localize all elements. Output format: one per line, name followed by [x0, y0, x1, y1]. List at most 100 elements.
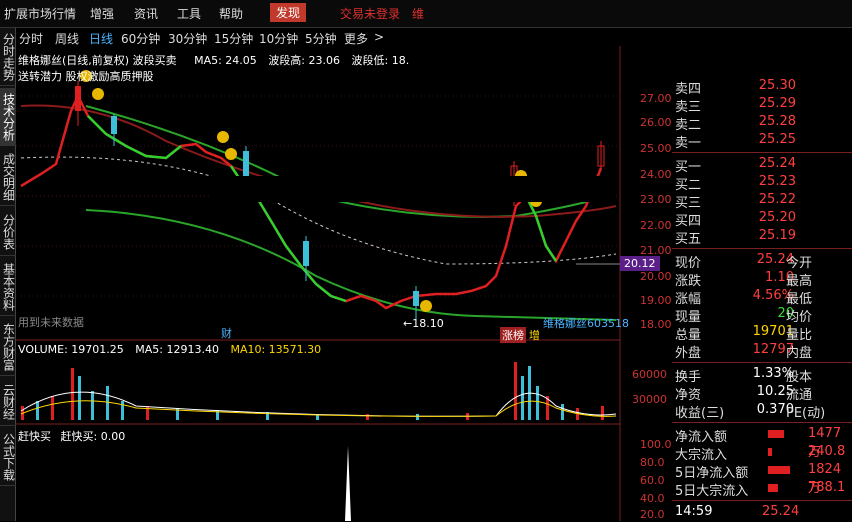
divider: [672, 152, 852, 153]
period-more[interactable]: 更多: [344, 30, 368, 47]
price-tick: 19.00: [640, 294, 672, 307]
ask-row[interactable]: 卖一 25.25: [672, 132, 852, 151]
stat-label: 涨幅: [675, 292, 702, 307]
tab-formula-download[interactable]: 公式下载: [0, 428, 16, 486]
tick-price: 25.24: [762, 504, 800, 519]
ask-row[interactable]: 卖二 25.28: [672, 114, 852, 133]
period-10min[interactable]: 10分钟: [259, 30, 298, 47]
flow-value: 788.1: [808, 480, 846, 495]
stat-label: 现量: [675, 310, 702, 325]
stat-label: 收益(三): [675, 406, 725, 421]
menu-tools[interactable]: 工具: [177, 5, 201, 22]
stat-label: 换手: [675, 370, 702, 385]
quote-panel: 卖四 25.30 卖三 25.29 卖二 25.28 卖一 25.25 买一 2…: [672, 70, 852, 521]
bid-price: 25.20: [758, 210, 796, 225]
menu-info[interactable]: 资讯: [134, 5, 158, 22]
stat-row: 现价 25.24 今开: [672, 252, 852, 271]
chart-canvas: [16, 46, 621, 521]
indicator2-tick: 20.0: [640, 508, 665, 521]
tab-trades[interactable]: 成交明细: [0, 148, 16, 206]
price-tick: 18.00: [640, 318, 672, 331]
zeng-badge[interactable]: 增: [529, 327, 540, 343]
cai-marker: 财: [221, 327, 232, 340]
flow-value: 240.8: [808, 444, 846, 459]
smiley-marker: [92, 88, 104, 100]
low-price-marker: ←18.10: [403, 317, 444, 330]
volume-ma10-label: MA10: 13571.30: [230, 343, 322, 356]
tab-basic-info[interactable]: 基本资料: [0, 258, 16, 316]
period-day[interactable]: 日线: [89, 30, 113, 47]
login-status[interactable]: 交易未登录: [340, 5, 400, 22]
bid-price: 25.22: [758, 192, 796, 207]
tab-yuncaijing[interactable]: 云财经: [0, 378, 16, 426]
price-tick: 21.00: [640, 244, 672, 257]
menu-discover[interactable]: 发现: [270, 3, 307, 22]
bid-row[interactable]: 买三 25.22: [672, 192, 852, 211]
stat-value: 19701: [752, 324, 794, 339]
ask-row[interactable]: 卖三 25.29: [672, 96, 852, 115]
menu-extended-market[interactable]: 扩展市场行情: [4, 5, 76, 22]
price-tick: 27.00: [640, 92, 672, 105]
price-tick: 22.00: [640, 219, 672, 232]
flow-bar: [768, 448, 772, 456]
price-tick: 23.00: [640, 193, 672, 206]
period-week[interactable]: 周线: [55, 30, 79, 47]
volume-ma5-label: MA5: 12913.40: [135, 343, 219, 356]
ask-label: 卖四: [675, 82, 702, 97]
stat-label2: 最高: [786, 274, 813, 289]
smiley-marker: [217, 131, 229, 143]
menu-help[interactable]: 帮助: [219, 5, 243, 22]
stat-label: 现价: [675, 256, 702, 271]
stat-label2: 内盘: [786, 346, 813, 361]
period-60min[interactable]: 60分钟: [121, 30, 160, 47]
bid-row[interactable]: 买一 25.24: [672, 156, 852, 175]
flow-bar: [768, 430, 784, 438]
period-next-arrow[interactable]: >: [374, 30, 384, 44]
stat-row: 换手 1.33% 股本: [672, 366, 852, 385]
menu-bar: 扩展市场行情 增强 资讯 工具 帮助 发现 交易未登录 维: [0, 0, 852, 28]
tab-technical[interactable]: 技术分析: [0, 88, 16, 146]
period-30min[interactable]: 30分钟: [168, 30, 207, 47]
bid-row[interactable]: 买五 25.19: [672, 228, 852, 247]
indicator2-label: 赶快买: [18, 430, 51, 443]
ma5-label: MA5: 24.05: [194, 54, 257, 67]
tick-row: 14:59 25.24: [672, 504, 852, 522]
volume-label: VOLUME: 19701.25: [18, 343, 124, 356]
stat-value: 0.370: [756, 402, 794, 417]
flow-row: 大宗流入 240.8: [672, 444, 852, 463]
stat-label2: 流通: [786, 388, 813, 403]
tab-price-table[interactable]: 分价表: [0, 208, 16, 256]
zhangbang-badge[interactable]: 涨榜: [500, 327, 526, 343]
stock-code-label: 维格娜丝603518: [543, 317, 629, 330]
ask-row[interactable]: 卖四 25.30: [672, 78, 852, 97]
bid-row[interactable]: 买四 25.20: [672, 210, 852, 229]
wave-low-label: 波段低: 18.: [351, 54, 410, 67]
stat-label: 净资: [675, 388, 702, 403]
stat-label: 涨跌: [675, 274, 702, 289]
flow-bar: [768, 466, 790, 474]
bid-row[interactable]: 买二 25.23: [672, 174, 852, 193]
tab-eastmoney[interactable]: 东方财富: [0, 318, 16, 376]
stat-value: 25.24: [756, 252, 794, 267]
ask-price: 25.25: [758, 132, 796, 147]
menu-enhance[interactable]: 增强: [90, 5, 114, 22]
stat-label: 总量: [675, 328, 702, 343]
stat-label2: 最低: [786, 292, 813, 307]
current-price-tag: 20.12: [620, 256, 660, 271]
period-5min[interactable]: 5分钟: [305, 30, 337, 47]
period-intraday[interactable]: 分时: [19, 30, 43, 47]
tab-intraday[interactable]: 分时走势: [0, 28, 16, 86]
period-15min[interactable]: 15分钟: [214, 30, 253, 47]
stat-row: 收益(三) 0.370 PE(动): [672, 402, 852, 421]
ask-label: 卖一: [675, 136, 702, 151]
bid-label: 买二: [675, 178, 702, 193]
price-tick: 20.00: [640, 270, 672, 283]
ask-label: 卖二: [675, 118, 702, 133]
stat-label2: 量比: [786, 328, 813, 343]
wave-high-label: 波段高: 23.06: [268, 54, 341, 67]
left-sidebar: 分时走势 技术分析 成交明细 分价表 基本资料 东方财富 云财经 公式下载: [0, 28, 16, 521]
bid-label: 买四: [675, 214, 702, 229]
flow-row: 净流入额 1477万: [672, 426, 852, 460]
stat-value: 1.10: [765, 270, 794, 285]
price-tick: 24.00: [640, 168, 672, 181]
